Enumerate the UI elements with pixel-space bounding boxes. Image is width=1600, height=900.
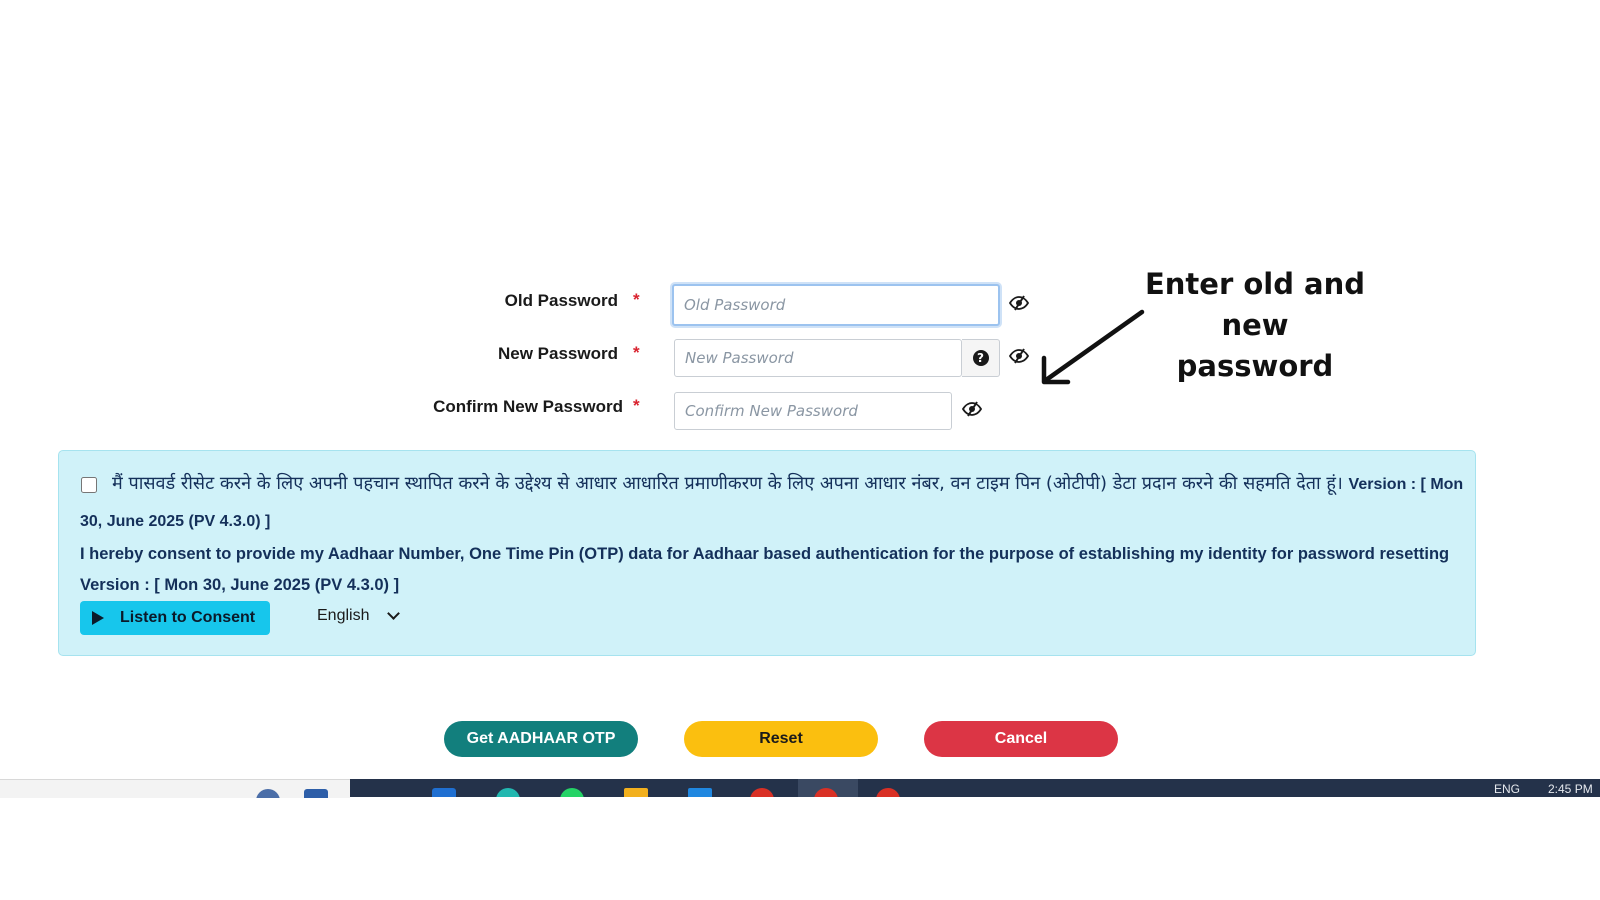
eye-slash-icon[interactable]	[1009, 348, 1029, 364]
whatsapp-icon[interactable]	[560, 788, 584, 797]
consent-panel: मैं पासवर्ड रीसेट करने के लिए अपनी पहचान…	[58, 450, 1476, 656]
taskbar-clock[interactable]: 2:45 PM	[1548, 782, 1593, 796]
question-icon: ?	[972, 350, 989, 366]
store-icon[interactable]	[688, 788, 712, 797]
consent-hindi: मैं पासवर्ड रीसेट करने के लिए अपनी पहचान…	[80, 466, 1470, 540]
confirm-password-label: Confirm New Password	[433, 397, 623, 416]
taskbar-left-region	[0, 779, 350, 798]
annotation-arrow-icon	[1041, 309, 1145, 385]
chevron-down-icon	[387, 607, 401, 620]
browser-icon[interactable]	[496, 788, 520, 797]
new-password-input[interactable]	[674, 339, 962, 377]
annotation-callout: Enter old and new password	[1110, 264, 1400, 387]
taskbar: ENG 2:45 PM	[350, 779, 1600, 797]
folder-icon[interactable]	[624, 788, 648, 797]
consent-language-select[interactable]: English	[317, 607, 401, 625]
cancel-button[interactable]: Cancel	[924, 721, 1118, 757]
globe-icon[interactable]	[256, 789, 280, 798]
required-mark: *	[633, 343, 640, 362]
consent-english-text: I hereby consent to provide my Aadhaar N…	[80, 545, 1450, 594]
password-help-addon[interactable]: ?	[962, 339, 1000, 377]
eye-slash-icon[interactable]	[1009, 295, 1029, 311]
reset-button[interactable]: Reset	[684, 721, 878, 757]
old-password-input[interactable]	[672, 284, 1000, 326]
annotation-line-1: Enter old and new	[1144, 267, 1366, 342]
confirm-password-input[interactable]	[674, 392, 952, 430]
listen-consent-label: Listen to Consent	[120, 609, 256, 626]
selected-language: English	[317, 607, 370, 624]
megaphone-icon[interactable]	[304, 789, 328, 798]
play-icon	[92, 611, 104, 625]
consent-hindi-text: मैं पासवर्ड रीसेट करने के लिए अपनी पहचान…	[112, 473, 1343, 494]
new-password-label: New Password	[498, 344, 618, 363]
chrome-icon[interactable]	[750, 788, 774, 797]
taskbar-language[interactable]: ENG	[1494, 782, 1520, 796]
annotation-line-2: password	[1176, 349, 1334, 383]
app-icon[interactable]	[432, 788, 456, 797]
old-password-label: Old Password	[504, 291, 618, 310]
get-aadhaar-otp-button[interactable]: Get AADHAAR OTP	[444, 721, 638, 757]
listen-consent-button[interactable]: Listen to Consent	[80, 601, 270, 635]
chrome-icon[interactable]	[876, 788, 900, 797]
eye-slash-icon[interactable]	[962, 401, 982, 417]
required-mark: *	[633, 290, 640, 309]
required-mark: *	[633, 396, 640, 415]
